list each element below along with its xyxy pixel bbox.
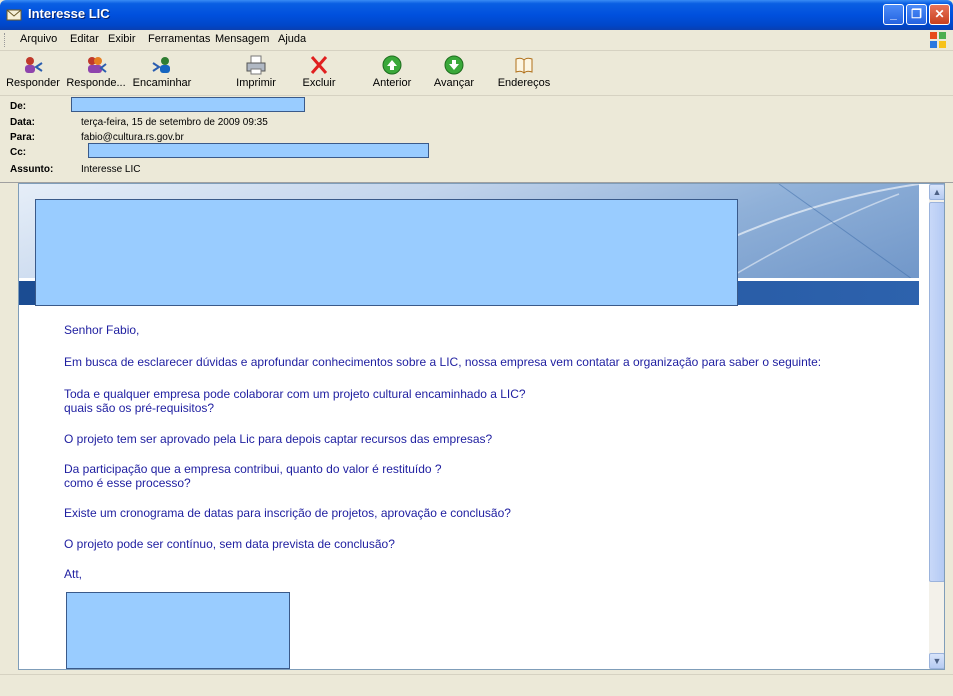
to-label: Para: bbox=[10, 132, 36, 143]
message-body[interactable]: Senhor Fabio, Em busca de esclarecer dúv… bbox=[18, 183, 945, 670]
question-3-followup: como é esse processo? bbox=[64, 476, 191, 490]
previous-button[interactable]: Anterior bbox=[366, 53, 418, 93]
menu-arquivo[interactable]: Arquivo bbox=[20, 33, 57, 45]
close-button[interactable]: ✕ bbox=[929, 4, 950, 25]
addresses-button[interactable]: Endereços bbox=[494, 53, 554, 93]
subject-value: Interesse LIC bbox=[81, 164, 141, 175]
envelope-icon bbox=[6, 9, 22, 21]
forward-icon bbox=[152, 57, 170, 73]
down-arrow-icon bbox=[444, 55, 464, 75]
minimize-button[interactable]: _ bbox=[883, 4, 904, 25]
menu-exibir[interactable]: Exibir bbox=[108, 33, 136, 45]
restore-button[interactable]: ❐ bbox=[906, 4, 927, 25]
question-1: Toda e qualquer empresa pode colaborar c… bbox=[64, 387, 526, 401]
windows-logo-icon bbox=[930, 32, 946, 48]
to-value: fabio@cultura.rs.gov.br bbox=[81, 132, 184, 143]
reply-button[interactable]: Responder bbox=[6, 53, 60, 93]
banner-redacted bbox=[35, 199, 738, 306]
scroll-thumb[interactable] bbox=[929, 202, 944, 582]
scroll-up-button[interactable]: ▲ bbox=[929, 184, 944, 200]
toolbar: Responder Responde... Encaminhar Imprimi… bbox=[0, 51, 953, 96]
menu-bar: Arquivo Editar Exibir Ferramentas Mensag… bbox=[0, 30, 953, 51]
greeting: Senhor Fabio, bbox=[64, 323, 140, 337]
reply-all-icon bbox=[88, 57, 107, 73]
address-book-icon bbox=[515, 57, 533, 74]
menu-grip[interactable] bbox=[4, 33, 7, 47]
vertical-scrollbar[interactable]: ▲ ▼ bbox=[929, 184, 944, 669]
paragraph-intro: Em busca de esclarecer dúvidas e aprofun… bbox=[64, 355, 822, 369]
question-2: O projeto tem ser aprovado pela Lic para… bbox=[64, 432, 493, 446]
delete-icon bbox=[310, 56, 328, 74]
question-3: Da participação que a empresa contribui,… bbox=[64, 462, 442, 476]
cc-redacted bbox=[88, 143, 429, 158]
question-5: O projeto pode ser contínuo, sem data pr… bbox=[64, 537, 395, 551]
message-headers: De: Data: terça-feira, 15 de setembro de… bbox=[0, 96, 953, 183]
status-bar bbox=[0, 674, 953, 696]
title-bar[interactable]: Interesse LIC _ ❐ ✕ bbox=[0, 0, 953, 30]
next-button[interactable]: Avançar bbox=[428, 53, 480, 93]
from-redacted bbox=[71, 97, 305, 112]
print-button[interactable]: Imprimir bbox=[228, 53, 284, 93]
reply-icon bbox=[25, 57, 43, 73]
reply-all-button[interactable]: Responde... bbox=[64, 53, 128, 93]
forward-button[interactable]: Encaminhar bbox=[130, 53, 194, 93]
menu-editar[interactable]: Editar bbox=[70, 33, 99, 45]
date-label: Data: bbox=[10, 117, 36, 128]
question-1-followup: quais são os pré-requisitos? bbox=[64, 401, 215, 415]
question-4: Existe um cronograma de datas para inscr… bbox=[64, 506, 511, 520]
signoff: Att, bbox=[64, 567, 83, 581]
menu-ajuda[interactable]: Ajuda bbox=[278, 33, 306, 45]
date-value: terça-feira, 15 de setembro de 2009 09:3… bbox=[81, 117, 268, 128]
signature-redacted bbox=[66, 592, 290, 669]
delete-button[interactable]: Excluir bbox=[296, 53, 342, 93]
printer-icon bbox=[246, 55, 266, 75]
window-title: Interesse LIC bbox=[28, 6, 110, 21]
up-arrow-icon bbox=[382, 55, 402, 75]
cc-label: Cc: bbox=[10, 147, 27, 158]
menu-ferramentas[interactable]: Ferramentas bbox=[148, 33, 210, 45]
from-label: De: bbox=[10, 101, 27, 112]
subject-label: Assunto: bbox=[10, 164, 54, 175]
scroll-down-button[interactable]: ▼ bbox=[929, 653, 944, 669]
menu-mensagem[interactable]: Mensagem bbox=[215, 33, 269, 45]
